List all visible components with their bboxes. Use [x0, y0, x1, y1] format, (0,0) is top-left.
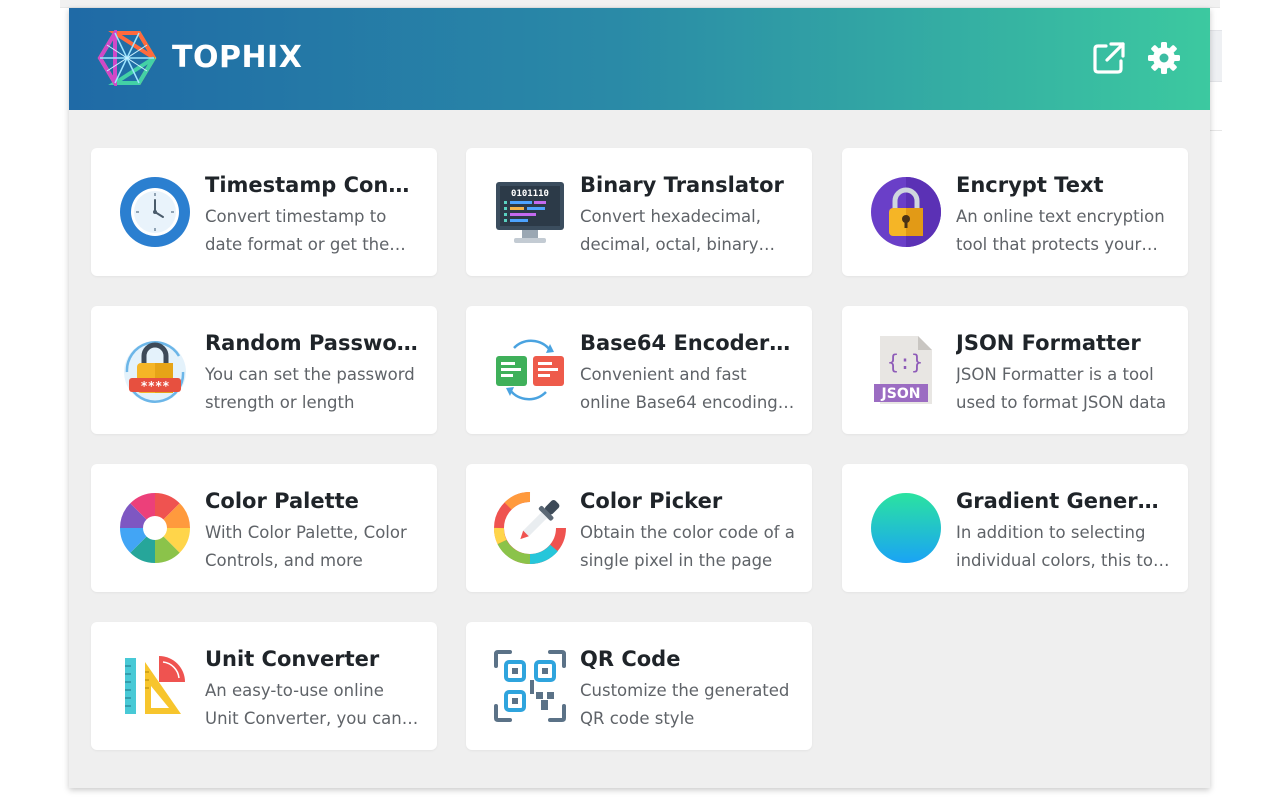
clock-icon [120, 177, 190, 247]
json-file-icon: {:} JSON [874, 336, 932, 404]
tool-description: You can set the password strength or len… [205, 365, 415, 412]
qr-code-icon [494, 650, 566, 722]
tool-description: Customize the generated QR code style [580, 681, 790, 728]
color-wheel-icon [120, 493, 190, 563]
tool-title: Random Password Generator [205, 331, 420, 355]
gear-icon [1148, 42, 1180, 74]
tool-title: Base64 Encoder / Decoder [580, 331, 795, 355]
tophix-logo-icon [97, 30, 157, 86]
tool-card-color-picker[interactable]: Color Picker Obtain the color code of a … [466, 464, 812, 592]
tool-description: Convenient and fast online Base64 encodi… [580, 365, 778, 412]
svg-text:JSON: JSON [881, 386, 921, 402]
tool-description: Convert hexadecimal, decimal, octal, bin… [580, 207, 761, 254]
tool-description: With Color Palette, Color Controls, and … [205, 523, 407, 570]
tool-title: Encrypt Text [956, 173, 1104, 197]
tool-title: Timestamp Converter [205, 173, 420, 197]
tool-description: An online text encryption tool that prot… [956, 207, 1165, 254]
tool-title: Unit Converter [205, 647, 380, 671]
base64-sync-icon [496, 339, 564, 401]
brand-title: TOPHIX [172, 40, 303, 75]
settings-button[interactable] [1146, 40, 1182, 76]
popup-header: TOPHIX [69, 8, 1210, 110]
tool-card-binary-translator[interactable]: 0101110 Binary Translator Convert hexade… [466, 148, 812, 276]
svg-text:{:}: {:} [887, 350, 923, 374]
tool-title: Color Picker [580, 489, 723, 513]
browser-toolbar-strip [60, 0, 1220, 8]
tool-description: An easy-to-use online Unit Converter, yo… [205, 681, 402, 728]
tool-card-qr-code[interactable]: QR Code Customize the generated QR code … [466, 622, 812, 750]
tool-description: JSON Formatter is a tool used to format … [956, 365, 1167, 412]
tool-description: In addition to selecting individual colo… [956, 523, 1168, 570]
binary-monitor-icon: 0101110 [496, 182, 564, 243]
tool-card-json-formatter[interactable]: {:} JSON JSON Formatter JSON Formatter i… [842, 306, 1188, 434]
tool-card-encrypt-text[interactable]: Encrypt Text An online text encryption t… [842, 148, 1188, 276]
svg-text:****: **** [141, 379, 170, 393]
tool-description: Convert timestamp to date format or get … [205, 207, 390, 254]
background-divider [1208, 130, 1222, 131]
ruler-triangle-icon [125, 656, 185, 714]
tool-title: QR Code [580, 647, 681, 671]
password-lock-icon: **** [124, 341, 186, 403]
tool-description: Obtain the color code of a single pixel … [580, 523, 795, 570]
tool-title: Gradient Generator [956, 489, 1171, 513]
tool-card-gradient-generator[interactable]: Gradient Generator In addition to select… [842, 464, 1188, 592]
external-link-icon [1093, 42, 1125, 74]
tool-title: JSON Formatter [956, 331, 1141, 355]
eyedropper-icon [494, 492, 566, 564]
padlock-icon [871, 177, 941, 247]
tool-card-base64[interactable]: Base64 Encoder / Decoder Convenient and … [466, 306, 812, 434]
gradient-circle-icon [871, 493, 941, 563]
background-page-edge [1208, 30, 1222, 82]
extension-popup: TOPHIX Timestamp Conve Convert timestamp… [69, 8, 1210, 788]
svg-text:0101110: 0101110 [511, 189, 549, 199]
tool-title: Binary Translator [580, 173, 784, 197]
tool-card-color-palette[interactable]: Color Palette With Color Palette, Color … [91, 464, 437, 592]
tool-card-random-password[interactable]: **** Random Password Generator You can s… [91, 306, 437, 434]
tool-card-timestamp-converter[interactable]: Timestamp Converter Convert timestamp to… [91, 148, 437, 276]
open-in-tab-button[interactable] [1091, 40, 1127, 76]
tool-card-unit-converter[interactable]: Unit Converter An easy-to-use online Uni… [91, 622, 437, 750]
tool-title: Color Palette [205, 489, 359, 513]
